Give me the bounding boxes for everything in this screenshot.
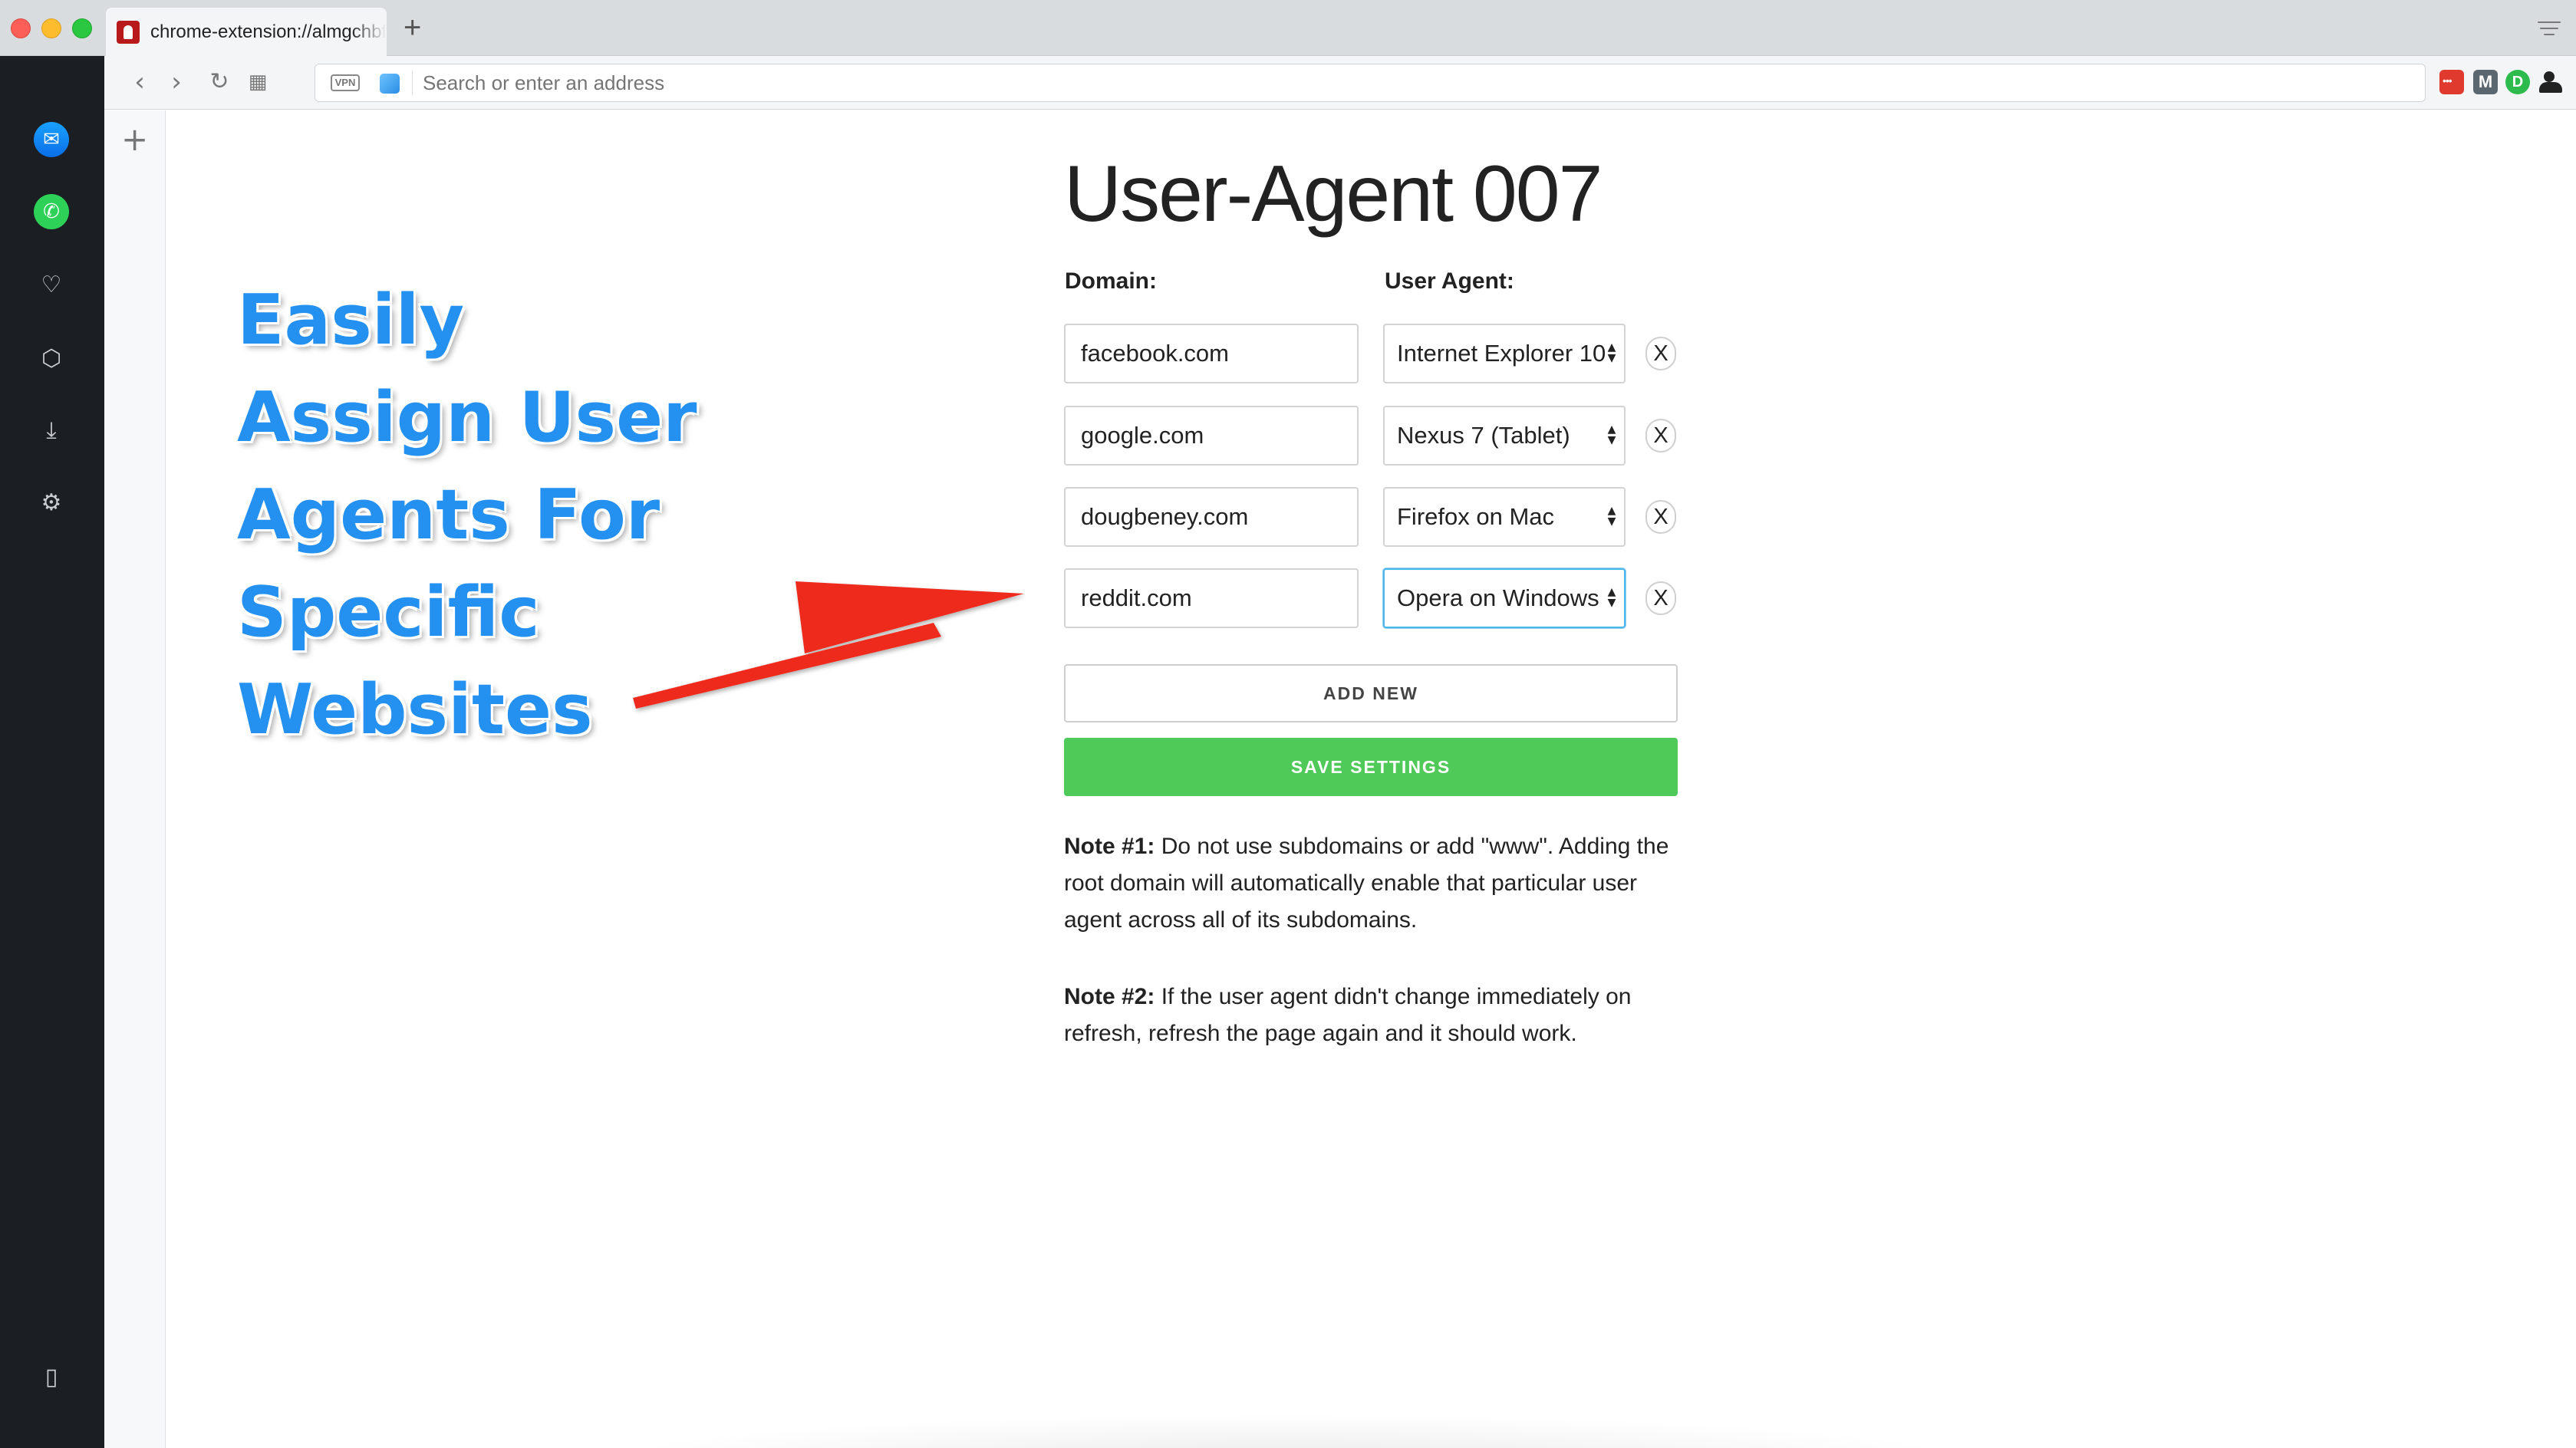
sidebar-toggle-icon[interactable]: ▯ — [34, 1360, 69, 1395]
domain-column-label: Domain: — [1065, 268, 1157, 294]
user-agent-value: Opera on Windows — [1397, 584, 1599, 611]
tabs-grid-icon[interactable]: ▦ — [241, 65, 275, 99]
new-tab-button[interactable]: + — [404, 12, 421, 43]
rule-row: Firefox on Mac ▲▼ X — [1064, 487, 1678, 547]
tab-title: chrome-extension://almgchbfodkhdbjhmhkij… — [150, 21, 387, 42]
user-agent-value: Nexus 7 (Tablet) — [1397, 422, 1570, 449]
remove-row-button[interactable]: X — [1645, 500, 1676, 534]
promo-line: Easily — [237, 280, 465, 360]
tab-menu-icon[interactable] — [2538, 21, 2561, 38]
domain-input[interactable] — [1064, 324, 1359, 383]
address-separator — [412, 71, 413, 95]
rule-row: Opera on Windows ▲▼ X — [1064, 568, 1678, 628]
page-content: Easily Assign User Agents For Specific W… — [166, 110, 2576, 1448]
bottom-shadow — [596, 1414, 1977, 1448]
note-two: Note #2: If the user agent didn't change… — [1064, 979, 1693, 1052]
back-icon[interactable]: ‹ — [123, 65, 156, 99]
whatsapp-icon[interactable]: ✆ — [34, 194, 69, 229]
promo-line: Assign User — [237, 377, 697, 458]
domain-input[interactable] — [1064, 487, 1359, 547]
select-arrows-icon: ▲ ▼ — [1607, 505, 1616, 528]
extension-red-icon[interactable] — [2439, 70, 2464, 94]
user-agent-value: Firefox on Mac — [1397, 503, 1555, 530]
rule-row: Nexus 7 (Tablet) ▲▼ X — [1064, 406, 1678, 466]
user-agent-select[interactable]: Firefox on Mac ▲ ▼ — [1383, 487, 1626, 547]
note-one-text: Do not use subdomains or add "www". Addi… — [1064, 834, 1669, 933]
address-input[interactable] — [423, 64, 2340, 101]
domain-input[interactable] — [1064, 406, 1359, 466]
select-arrows-icon: ▲ ▼ — [1607, 341, 1616, 364]
active-tab[interactable]: chrome-extension://almgchbfodkhdbjhmhkij… — [106, 8, 387, 56]
messenger-icon[interactable]: ✉ — [34, 122, 69, 157]
add-icon[interactable]: + — [121, 123, 148, 156]
select-arrows-icon: ▲ ▼ — [1607, 586, 1616, 609]
minimize-window-button[interactable] — [41, 18, 61, 38]
remove-row-button[interactable]: X — [1645, 419, 1676, 452]
extension-favicon-icon — [117, 20, 140, 44]
tab-bar: chrome-extension://almgchbfodkhdbjhmhkij… — [0, 0, 2576, 56]
note-one-label: Note #1: — [1064, 834, 1155, 859]
heart-icon[interactable]: ♡ — [34, 268, 69, 303]
extension-cube-icon[interactable] — [380, 74, 400, 94]
user-agent-select[interactable]: Nexus 7 (Tablet) ▲ ▼ — [1383, 406, 1626, 466]
remove-row-button[interactable]: X — [1645, 337, 1676, 370]
address-bar[interactable]: VPN — [315, 64, 2426, 102]
note-one: Note #1: Do not use subdomains or add "w… — [1064, 828, 1693, 939]
extension-green-d-icon[interactable]: D — [2505, 70, 2530, 94]
downloads-icon[interactable]: ⤓ — [34, 413, 69, 449]
note-two-label: Note #2: — [1064, 984, 1155, 1009]
user-agent-extension-icon[interactable] — [2539, 70, 2564, 94]
close-window-button[interactable] — [11, 18, 31, 38]
user-agent-column-label: User Agent: — [1385, 268, 1514, 294]
red-arrow-icon — [633, 581, 1024, 709]
sidebar: ✉ ✆ ♡ ⬡ ⤓ ⚙ ▯ — [0, 56, 104, 1448]
rule-row: Internet Explorer 10 ▲▼ X — [1064, 324, 1678, 383]
forward-icon[interactable]: › — [160, 65, 193, 99]
save-settings-button[interactable]: SAVE SETTINGS — [1064, 738, 1678, 796]
add-new-button[interactable]: ADD NEW — [1064, 664, 1678, 722]
user-agent-select[interactable]: Internet Explorer 10 ▲ ▼ — [1383, 324, 1626, 383]
vpn-badge-icon[interactable]: VPN — [331, 74, 360, 91]
cube-icon[interactable]: ⬡ — [34, 341, 69, 377]
domain-input[interactable] — [1064, 568, 1359, 628]
page-title: User-Agent 007 — [1064, 150, 1603, 239]
select-arrows-icon: ▲ ▼ — [1607, 423, 1616, 446]
speed-dial-strip: + — [104, 110, 166, 1448]
zoom-window-button[interactable] — [72, 18, 92, 38]
settings-icon[interactable]: ⚙ — [34, 485, 69, 521]
user-agent-select[interactable]: Opera on Windows ▲ ▼ — [1383, 568, 1626, 628]
reload-icon[interactable]: ↻ — [203, 65, 236, 99]
extension-m-icon[interactable]: M — [2473, 70, 2498, 94]
remove-row-button[interactable]: X — [1645, 581, 1676, 615]
browser-toolbar: ‹ › ↻ ▦ VPN M D ⇪ ⤓ — [104, 56, 2576, 110]
user-agent-value: Internet Explorer 10 — [1397, 340, 1606, 367]
